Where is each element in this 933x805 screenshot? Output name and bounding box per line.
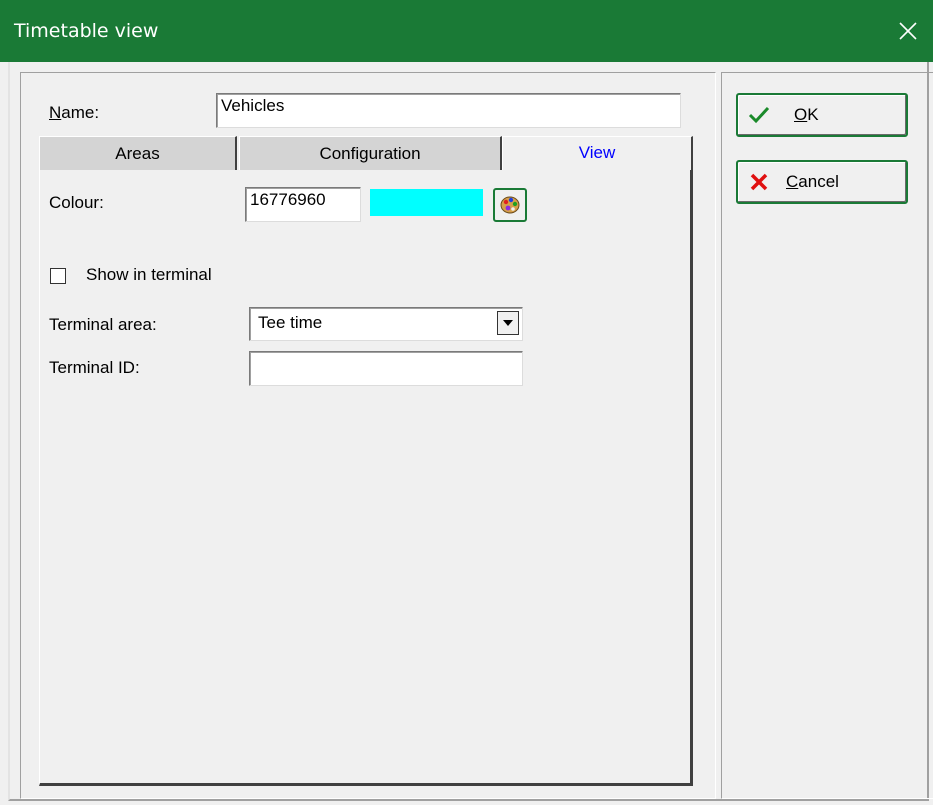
colour-picker-button[interactable]	[493, 188, 527, 222]
show-in-terminal-checkbox[interactable]	[50, 268, 66, 284]
chevron-down-icon	[503, 320, 513, 326]
palette-icon	[500, 196, 520, 214]
ok-button[interactable]: OK	[736, 93, 908, 137]
checkmark-icon	[746, 102, 772, 128]
x-icon	[746, 169, 772, 195]
show-in-terminal-label: Show in terminal	[86, 265, 212, 284]
colour-label: Colour:	[49, 193, 104, 212]
cancel-button[interactable]: Cancel	[736, 160, 908, 204]
title-bar: Timetable view	[0, 0, 933, 62]
tab-panel-view	[39, 170, 693, 786]
colour-swatch	[370, 189, 483, 216]
tab-areas-label: Areas	[115, 143, 160, 163]
name-input-value: Vehicles	[221, 96, 285, 115]
name-input[interactable]: Vehicles	[216, 93, 681, 128]
tab-areas[interactable]: Areas	[39, 136, 237, 170]
terminal-area-value: Tee time	[258, 313, 323, 332]
cancel-label: Cancel	[786, 172, 839, 191]
dropdown-arrow-button[interactable]	[497, 311, 519, 335]
ok-label: OK	[794, 105, 819, 124]
tab-configuration[interactable]: Configuration	[239, 136, 502, 170]
name-label: Name:	[49, 103, 100, 122]
colour-input-value: 16776960	[250, 190, 326, 209]
terminal-area-select[interactable]: Tee time	[249, 307, 523, 341]
window-title: Timetable view	[14, 20, 159, 42]
colour-input[interactable]: 16776960	[245, 187, 361, 222]
terminal-id-label: Terminal ID:	[49, 358, 140, 377]
tab-configuration-label: Configuration	[319, 143, 421, 163]
terminal-area-label: Terminal area:	[49, 315, 157, 334]
close-icon	[899, 22, 917, 40]
terminal-id-input[interactable]	[249, 351, 523, 386]
close-button[interactable]	[883, 0, 933, 62]
tab-view-label: View	[578, 143, 616, 162]
tab-view[interactable]: View	[502, 136, 693, 170]
